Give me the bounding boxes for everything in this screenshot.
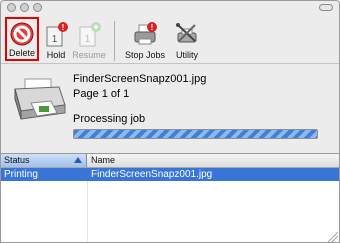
- resume-button[interactable]: 1 Resume: [71, 19, 107, 61]
- job-progress-bar: [73, 129, 318, 139]
- resize-grip[interactable]: [328, 232, 338, 242]
- toolbar: Delete 1 ! Hold 1 Resume ! Stop Jobs Uti…: [1, 15, 339, 63]
- job-row-name: FinderScreenSnapz001.jpg: [91, 169, 213, 180]
- utility-button[interactable]: Utility: [171, 19, 203, 61]
- stop-jobs-button[interactable]: ! Stop Jobs: [122, 19, 168, 61]
- job-row-status: Printing: [4, 169, 38, 180]
- job-list-header: Status Name: [1, 154, 339, 168]
- hold-button[interactable]: 1 ! Hold: [43, 19, 69, 61]
- job-row[interactable]: Printing FinderScreenSnapz001.jpg: [1, 168, 339, 181]
- job-list: Status Name Printing FinderScreenSnapz00…: [1, 153, 339, 242]
- minimize-window-button[interactable]: [20, 3, 29, 12]
- toolbar-separator: [114, 21, 115, 61]
- delete-label: Delete: [8, 48, 35, 58]
- job-status-text: Processing job: [73, 113, 146, 125]
- column-divider: [87, 181, 88, 242]
- printer-stop-icon: !: [134, 22, 157, 45]
- close-window-button[interactable]: [7, 3, 16, 12]
- column-header-name[interactable]: Name: [88, 154, 339, 167]
- job-page-count: Page 1 of 1: [73, 88, 130, 100]
- printer-icon: [14, 78, 66, 120]
- delete-button[interactable]: Delete: [5, 17, 39, 61]
- stop-jobs-label: Stop Jobs: [124, 50, 166, 60]
- svg-text:!: !: [151, 23, 154, 32]
- print-queue-window: Delete 1 ! Hold 1 Resume ! Stop Jobs Uti…: [0, 0, 340, 243]
- column-header-name-label: Name: [91, 155, 116, 165]
- svg-text:!: !: [62, 23, 65, 32]
- resume-icon: 1: [79, 22, 101, 47]
- resume-label: Resume: [72, 50, 106, 60]
- hold-label: Hold: [46, 50, 66, 60]
- utility-label: Utility: [176, 50, 198, 60]
- job-file-name: FinderScreenSnapz001.jpg: [73, 73, 207, 85]
- column-header-status[interactable]: Status: [1, 154, 87, 167]
- zoom-window-button[interactable]: [33, 3, 42, 12]
- delete-icon: [10, 22, 34, 46]
- toolbar-divider: [1, 63, 339, 64]
- svg-text:1: 1: [52, 34, 58, 45]
- svg-text:1: 1: [85, 34, 91, 45]
- column-header-status-label: Status: [4, 155, 30, 165]
- utility-icon: [176, 23, 197, 43]
- title-bar: [1, 1, 339, 15]
- hold-icon: 1 !: [46, 22, 68, 47]
- job-progress-fill: [74, 130, 317, 138]
- toolbar-toggle-button[interactable]: [319, 4, 333, 11]
- sort-ascending-icon: [74, 157, 82, 163]
